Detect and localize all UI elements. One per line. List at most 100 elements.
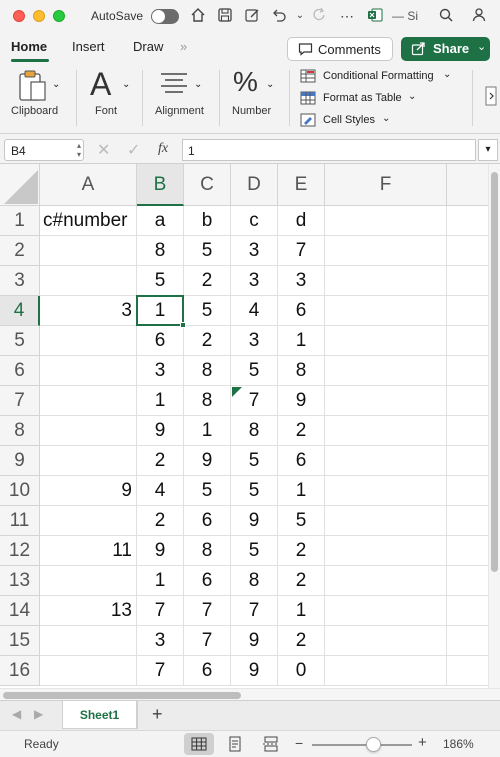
- row-header-10[interactable]: 10: [0, 476, 40, 506]
- cell-c3[interactable]: 2: [184, 266, 231, 296]
- cell-c13[interactable]: 6: [184, 566, 231, 596]
- cell-c12[interactable]: 8: [184, 536, 231, 566]
- zoom-in-button[interactable]: +: [418, 734, 427, 751]
- page-layout-view-icon[interactable]: [227, 736, 243, 755]
- cell-c7[interactable]: 8: [184, 386, 231, 416]
- cell-f3[interactable]: [325, 266, 447, 296]
- cell-e2[interactable]: 7: [278, 236, 325, 266]
- row-header-6[interactable]: 6: [0, 356, 40, 386]
- cell-f14[interactable]: [325, 596, 447, 626]
- cell-c11[interactable]: 6: [184, 506, 231, 536]
- cell-f7[interactable]: [325, 386, 447, 416]
- spreadsheet-grid[interactable]: A B C D E F 1 c#number a b c d 2 8 5 3 7 3 5 2 3 3 4 3 1 5 4 6 5 6 2 3 1…: [0, 164, 488, 688]
- close-window-button[interactable]: [13, 10, 25, 22]
- cell-e16[interactable]: 0: [278, 656, 325, 686]
- horizontal-scroll-thumb[interactable]: [3, 692, 241, 699]
- vertical-scrollbar[interactable]: [488, 164, 500, 688]
- cell-d12[interactable]: 5: [231, 536, 278, 566]
- cell-d5[interactable]: 3: [231, 326, 278, 356]
- cell-e10[interactable]: 1: [278, 476, 325, 506]
- cell-d13[interactable]: 8: [231, 566, 278, 596]
- cell-b1[interactable]: a: [137, 206, 184, 236]
- cell-a13[interactable]: [40, 566, 137, 596]
- cell-c15[interactable]: 7: [184, 626, 231, 656]
- formula-input[interactable]: 1: [182, 139, 476, 161]
- page-break-view-icon[interactable]: [262, 736, 280, 755]
- row-header-1[interactable]: 1: [0, 206, 40, 236]
- zoom-level[interactable]: 186%: [443, 737, 474, 751]
- name-box[interactable]: B4 ▴ ▾: [4, 139, 84, 161]
- row-header-11[interactable]: 11: [0, 506, 40, 536]
- cell-f5[interactable]: [325, 326, 447, 356]
- expand-formula-icon[interactable]: ▾: [478, 139, 498, 161]
- cell-f4[interactable]: [325, 296, 447, 326]
- cell-e15[interactable]: 2: [278, 626, 325, 656]
- cell-e13[interactable]: 2: [278, 566, 325, 596]
- comments-button[interactable]: Comments: [287, 37, 393, 61]
- cell-b15[interactable]: 3: [137, 626, 184, 656]
- column-header-a[interactable]: A: [40, 164, 137, 206]
- select-all-corner[interactable]: [0, 164, 40, 206]
- name-box-stepper-icon[interactable]: ▴ ▾: [77, 141, 81, 159]
- cell-e8[interactable]: 2: [278, 416, 325, 446]
- cell-a7[interactable]: [40, 386, 137, 416]
- normal-view-button[interactable]: [184, 733, 214, 755]
- cell-b3[interactable]: 5: [137, 266, 184, 296]
- cell-d3[interactable]: 3: [231, 266, 278, 296]
- row-header-14[interactable]: 14: [0, 596, 40, 626]
- cell-c6[interactable]: 8: [184, 356, 231, 386]
- cell-e5[interactable]: 1: [278, 326, 325, 356]
- cell-b12[interactable]: 9: [137, 536, 184, 566]
- more-icon[interactable]: ⋯: [338, 7, 356, 25]
- cell-b5[interactable]: 6: [137, 326, 184, 356]
- cell-b9[interactable]: 2: [137, 446, 184, 476]
- font-group[interactable]: A ⌄ Font: [84, 62, 136, 134]
- pen-icon[interactable]: [243, 7, 261, 25]
- cell-a6[interactable]: [40, 356, 137, 386]
- vertical-scroll-thumb[interactable]: [491, 172, 498, 572]
- zoom-slider[interactable]: [312, 737, 412, 752]
- cell-b14[interactable]: 7: [137, 596, 184, 626]
- zoom-slider-knob[interactable]: [366, 737, 381, 752]
- cell-a14[interactable]: 13: [40, 596, 137, 626]
- row-header-15[interactable]: 15: [0, 626, 40, 656]
- column-header-d[interactable]: D: [231, 164, 278, 206]
- cell-d11[interactable]: 9: [231, 506, 278, 536]
- more-tabs-chevron-icon[interactable]: »: [180, 39, 187, 54]
- tab-draw[interactable]: Draw: [133, 39, 163, 54]
- column-header-f[interactable]: F: [325, 164, 447, 206]
- cell-f11[interactable]: [325, 506, 447, 536]
- error-indicator-icon[interactable]: [232, 387, 242, 397]
- add-sheet-button[interactable]: +: [152, 704, 163, 725]
- cell-a16[interactable]: [40, 656, 137, 686]
- cell-d14[interactable]: 7: [231, 596, 278, 626]
- cell-e12[interactable]: 2: [278, 536, 325, 566]
- row-header-4[interactable]: 4: [0, 296, 40, 326]
- cell-c9[interactable]: 9: [184, 446, 231, 476]
- column-header-c[interactable]: C: [184, 164, 231, 206]
- ribbon-more-icon[interactable]: [485, 86, 497, 111]
- cell-c10[interactable]: 5: [184, 476, 231, 506]
- cell-d8[interactable]: 8: [231, 416, 278, 446]
- cell-e4[interactable]: 6: [278, 296, 325, 326]
- cell-d9[interactable]: 5: [231, 446, 278, 476]
- minimize-window-button[interactable]: [33, 10, 45, 22]
- row-header-5[interactable]: 5: [0, 326, 40, 356]
- cell-a15[interactable]: [40, 626, 137, 656]
- cell-f12[interactable]: [325, 536, 447, 566]
- cell-f10[interactable]: [325, 476, 447, 506]
- zoom-window-button[interactable]: [53, 10, 65, 22]
- row-header-3[interactable]: 3: [0, 266, 40, 296]
- cell-a1[interactable]: c#number: [40, 206, 137, 236]
- cell-b4[interactable]: 1: [137, 296, 184, 326]
- alignment-group[interactable]: ⌄ Alignment: [150, 62, 212, 134]
- cell-a4[interactable]: 3: [40, 296, 137, 326]
- cell-b8[interactable]: 9: [137, 416, 184, 446]
- cell-b2[interactable]: 8: [137, 236, 184, 266]
- cell-b10[interactable]: 4: [137, 476, 184, 506]
- cell-e11[interactable]: 5: [278, 506, 325, 536]
- prev-sheet-icon[interactable]: ◀: [12, 707, 21, 721]
- redo-icon[interactable]: [311, 7, 329, 25]
- cell-a10[interactable]: 9: [40, 476, 137, 506]
- cell-f13[interactable]: [325, 566, 447, 596]
